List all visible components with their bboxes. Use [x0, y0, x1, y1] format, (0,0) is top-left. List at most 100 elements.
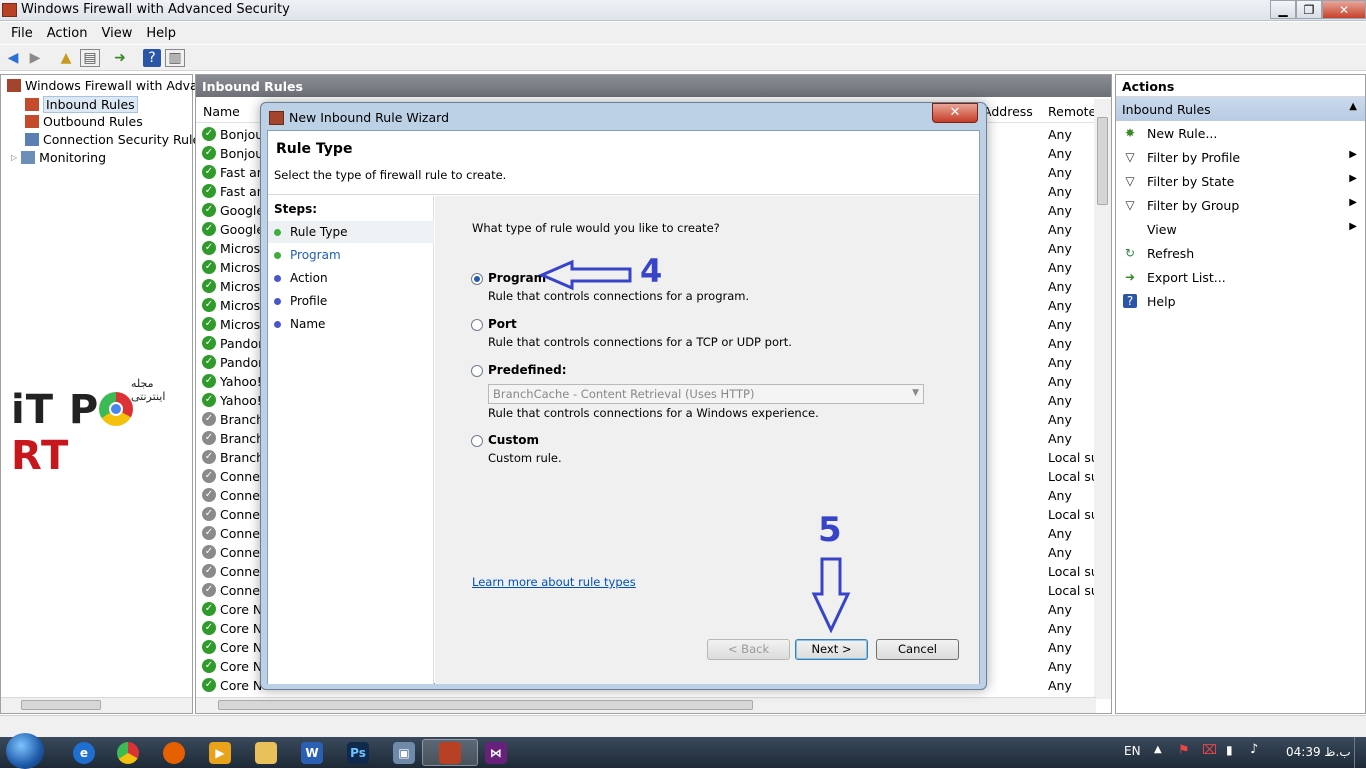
menu-file[interactable]: File [4, 26, 40, 41]
rule-remote: Any [1048, 336, 1072, 351]
close-button[interactable]: ✕ [1322, 0, 1366, 19]
enabled-check-icon: ✓ [202, 621, 216, 635]
rule-remote: Any [1048, 165, 1072, 180]
menu-view[interactable]: View [94, 26, 139, 41]
disabled-check-icon: ✓ [202, 545, 216, 559]
actions-title: Actions [1116, 75, 1365, 97]
volume-icon[interactable]: ♪ [1250, 742, 1258, 757]
tree-item-connection-security-rules[interactable]: Connection Security Rules [25, 132, 207, 147]
actions-section-inbound-rules[interactable]: Inbound Rules ▲ [1116, 97, 1365, 121]
enabled-check-icon: ✓ [202, 260, 216, 274]
step-bullet-icon [274, 229, 281, 236]
back-arrow-icon[interactable]: ◀ [4, 49, 22, 67]
action-center-icon[interactable]: ⚑ [1178, 743, 1190, 758]
help-icon: ? [1123, 294, 1137, 308]
annotation-arrow-left [538, 259, 632, 291]
network-icon[interactable]: ⌧ [1202, 743, 1217, 758]
monitoring-icon [21, 151, 36, 164]
menu-action[interactable]: Action [40, 26, 95, 41]
enabled-check-icon: ✓ [202, 279, 216, 293]
start-button[interactable] [6, 733, 44, 769]
taskbar-visual-studio-icon[interactable]: ⋈ [468, 739, 524, 766]
enabled-check-icon: ✓ [202, 640, 216, 654]
back-button[interactable]: < Back [707, 639, 790, 660]
cancel-button[interactable]: Cancel [876, 639, 959, 660]
action-new-rule[interactable]: ✸ New Rule... [1116, 121, 1365, 145]
tree-item-outbound-rules[interactable]: Outbound Rules [25, 114, 143, 129]
predefined-rule-select[interactable]: BranchCache - Content Retrieval (Uses HT… [488, 384, 924, 404]
enabled-check-icon: ✓ [202, 298, 216, 312]
chevron-down-icon: ▼ [912, 388, 919, 398]
collapse-icon[interactable]: ▲ [1349, 101, 1357, 112]
rule-remote: Any [1048, 146, 1072, 161]
action-export-list[interactable]: ➜ Export List... [1116, 265, 1365, 289]
learn-more-link[interactable]: Learn more about rule types [472, 575, 636, 589]
radio-custom[interactable] [471, 435, 483, 447]
rule-remote: Any [1048, 317, 1072, 332]
help-icon[interactable]: ? [143, 49, 161, 67]
radio-predefined[interactable] [471, 365, 483, 377]
signal-icon[interactable]: ▮ [1226, 743, 1233, 757]
firewall-icon [269, 111, 284, 125]
rule-remote: Any [1048, 640, 1072, 655]
action-help[interactable]: ? Help [1116, 289, 1365, 313]
restore-button[interactable]: ❐ [1296, 0, 1322, 19]
rule-remote: Any [1048, 355, 1072, 370]
radio-program[interactable] [471, 273, 483, 285]
column-header-name[interactable]: Name [203, 104, 240, 119]
connection-security-icon [25, 133, 39, 146]
rule-remote: Any [1048, 184, 1072, 199]
rules-vertical-scrollbar[interactable] [1094, 99, 1111, 699]
tree-item-inbound-rules[interactable]: Inbound Rules [25, 96, 138, 113]
rule-remote: Any [1048, 298, 1072, 313]
tree-item-monitoring[interactable]: ▷ Monitoring [11, 150, 106, 165]
disabled-check-icon: ✓ [202, 488, 216, 502]
radio-port[interactable] [471, 319, 483, 331]
enabled-check-icon: ✓ [202, 241, 216, 255]
action-filter-by-group[interactable]: ▽ Filter by Group ▶ [1116, 193, 1365, 217]
language-indicator[interactable]: EN [1124, 744, 1141, 758]
enabled-check-icon: ✓ [202, 374, 216, 388]
step-bullet-icon [274, 252, 281, 259]
action-view[interactable]: View ▶ [1116, 217, 1365, 241]
show-action-pane-icon[interactable]: ▥ [165, 49, 185, 67]
submenu-arrow-icon: ▶ [1349, 173, 1357, 184]
clock[interactable]: 04:39 ب.ظ [1286, 745, 1351, 759]
tree-horizontal-scrollbar[interactable] [1, 697, 192, 713]
rule-name: Google [220, 203, 265, 218]
rule-remote: Any [1048, 393, 1072, 408]
step-rule-type: Rule Type [268, 221, 434, 243]
show-desktop-button[interactable] [1354, 737, 1366, 768]
export-list-icon[interactable]: ➜ [111, 49, 129, 67]
action-filter-by-state[interactable]: ▽ Filter by State ▶ [1116, 169, 1365, 193]
status-bar [0, 715, 1366, 737]
action-filter-by-profile[interactable]: ▽ Filter by Profile ▶ [1116, 145, 1365, 169]
column-header-address[interactable]: Address [983, 104, 1033, 119]
rule-name: Google [220, 222, 265, 237]
rule-remote: Any [1048, 260, 1072, 275]
rule-name: Yahoo! [220, 374, 262, 389]
rule-remote: Any [1048, 488, 1072, 503]
taskbar: e ▶ W Ps ▣ ⋈ EN ▲ ⚑ ⌧ ▮ ♪ 04:39 ب.ظ [0, 733, 1366, 769]
enabled-check-icon: ✓ [202, 659, 216, 673]
expand-arrow-icon[interactable]: ▷ [11, 153, 17, 162]
forward-arrow-icon[interactable]: ▶ [26, 49, 44, 67]
rules-horizontal-scrollbar[interactable] [196, 697, 1096, 713]
enabled-check-icon: ✓ [202, 222, 216, 236]
rule-remote: Any [1048, 526, 1072, 541]
up-folder-icon[interactable]: ▲ [57, 49, 75, 67]
show-hide-tree-icon[interactable]: ▤ [80, 49, 100, 67]
rules-pane-title: Inbound Rules [196, 75, 1111, 97]
new-inbound-rule-wizard-dialog: New Inbound Rule Wizard ✕ Rule Type Sele… [260, 102, 987, 690]
step-bullet-icon [274, 298, 281, 305]
minimize-button[interactable]: ▁ [1270, 0, 1296, 19]
next-button[interactable]: Next > [795, 639, 868, 660]
tree-root[interactable]: Windows Firewall with Advance [7, 78, 220, 93]
column-header-remote[interactable]: Remote [1048, 104, 1096, 119]
show-hidden-icons-icon[interactable]: ▲ [1154, 744, 1162, 755]
dialog-close-button[interactable]: ✕ [932, 103, 978, 123]
action-refresh[interactable]: ↻ Refresh [1116, 241, 1365, 265]
itport-watermark-logo: مجله اینترنتی iT P RT [11, 377, 166, 479]
menu-help[interactable]: Help [139, 26, 183, 41]
toolbar: ◀ ▶ ▲ ▤ ➜ ? ▥ [0, 45, 1366, 71]
